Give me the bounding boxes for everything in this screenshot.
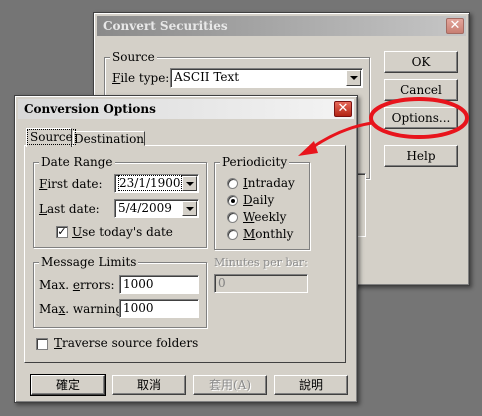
periodicity-label: Periodicity bbox=[220, 155, 290, 169]
help-button-label: 說明 bbox=[298, 378, 323, 392]
conversion-options-title: Conversion Options bbox=[24, 102, 156, 116]
tab-source-label: Source bbox=[27, 129, 76, 145]
max-errors-input[interactable]: 1000 bbox=[119, 275, 199, 294]
convert-securities-title: Convert Securities bbox=[103, 19, 228, 33]
minutes-per-bar-input[interactable]: 0 bbox=[214, 274, 308, 293]
ok-button[interactable]: 確定 bbox=[30, 374, 106, 396]
radio-intraday[interactable] bbox=[227, 178, 238, 189]
cancel-button-label: 取消 bbox=[136, 378, 161, 392]
cancel-button-label: Cancel bbox=[400, 83, 442, 97]
ok-button-label: OK bbox=[411, 55, 431, 69]
first-date-picker[interactable]: 23/1/1900 bbox=[114, 174, 199, 193]
file-type-select[interactable]: ASCII Text bbox=[170, 68, 363, 88]
source-group-label: Source bbox=[110, 50, 157, 64]
chevron-down-icon[interactable] bbox=[346, 70, 361, 86]
convert-securities-titlebar[interactable]: Convert Securities ✕ bbox=[97, 16, 466, 36]
file-type-label: File type: bbox=[112, 71, 170, 85]
max-errors-label: Max. errors: bbox=[39, 278, 115, 292]
help-button[interactable]: Help bbox=[384, 145, 458, 167]
ok-button[interactable]: OK bbox=[384, 51, 458, 73]
radio-daily[interactable] bbox=[227, 195, 238, 206]
intraday-label: Intraday bbox=[243, 176, 295, 190]
radio-monthly[interactable] bbox=[227, 229, 238, 240]
options-button[interactable]: Options... bbox=[384, 107, 458, 129]
help-button-label: Help bbox=[406, 149, 436, 163]
max-errors-value: 1000 bbox=[123, 277, 154, 291]
apply-button[interactable]: 套用(A) bbox=[193, 375, 267, 395]
minutes-per-bar-label: Minutes per bar: bbox=[214, 256, 308, 269]
ok-button-label: 確定 bbox=[55, 378, 80, 392]
apply-button-label: 套用(A) bbox=[208, 378, 252, 392]
message-limits-label: Message Limits bbox=[39, 255, 139, 269]
daily-label: Daily bbox=[243, 193, 275, 207]
max-warnings-value: 1000 bbox=[123, 301, 154, 315]
chevron-down-icon[interactable] bbox=[182, 201, 197, 216]
first-date-label: First date: bbox=[39, 177, 103, 191]
last-date-label: Last date: bbox=[39, 202, 100, 216]
traverse-checkbox[interactable] bbox=[36, 338, 48, 350]
cancel-button[interactable]: Cancel bbox=[384, 79, 458, 101]
first-date-value: 23/1/1900 bbox=[118, 175, 182, 191]
tab-destination-label: Destination bbox=[74, 132, 145, 146]
date-range-label: Date Range bbox=[39, 155, 115, 169]
tab-destination[interactable]: Destination bbox=[73, 131, 145, 146]
monthly-label: Monthly bbox=[243, 227, 294, 241]
file-type-value: ASCII Text bbox=[174, 70, 240, 84]
conversion-options-titlebar[interactable]: Conversion Options ✕ bbox=[18, 99, 354, 119]
message-limits-groupbox bbox=[33, 262, 207, 328]
cancel-button[interactable]: 取消 bbox=[112, 375, 186, 395]
close-icon[interactable]: ✕ bbox=[334, 101, 352, 117]
use-today-label: Use today's date bbox=[72, 225, 173, 239]
conversion-options-window: Conversion Options ✕ Source Destination … bbox=[14, 95, 358, 403]
tab-source[interactable]: Source bbox=[26, 128, 76, 147]
max-warnings-input[interactable]: 1000 bbox=[119, 299, 199, 318]
weekly-label: Weekly bbox=[243, 210, 287, 224]
options-button-label: Options... bbox=[391, 111, 451, 125]
last-date-value: 5/4/2009 bbox=[118, 201, 172, 215]
use-today-checkbox[interactable]: ✓ bbox=[56, 226, 68, 238]
close-icon[interactable]: ✕ bbox=[446, 18, 464, 34]
last-date-picker[interactable]: 5/4/2009 bbox=[114, 199, 199, 218]
chevron-down-icon[interactable] bbox=[182, 176, 197, 191]
traverse-label: Traverse source folders bbox=[54, 336, 199, 350]
radio-weekly[interactable] bbox=[227, 212, 238, 223]
help-button[interactable]: 說明 bbox=[274, 375, 348, 395]
minutes-per-bar-value: 0 bbox=[218, 276, 226, 290]
